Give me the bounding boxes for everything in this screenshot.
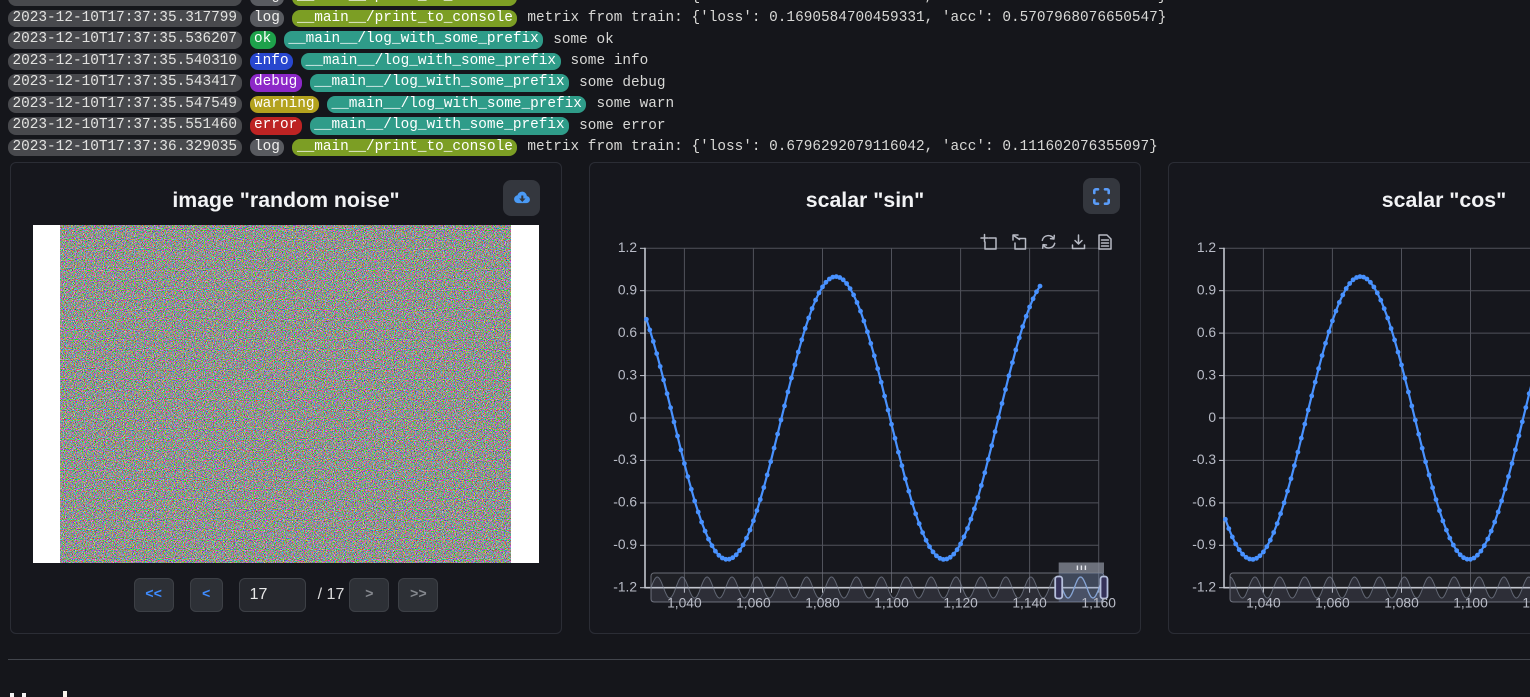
svg-text:-0.3: -0.3: [1192, 452, 1216, 467]
svg-text:0.3: 0.3: [1197, 367, 1217, 382]
svg-text:0.6: 0.6: [618, 325, 638, 340]
svg-text:-0.6: -0.6: [613, 495, 637, 510]
svg-text:0.9: 0.9: [618, 283, 638, 298]
svg-text:1,080: 1,080: [1384, 596, 1419, 611]
svg-text:0.6: 0.6: [1197, 325, 1217, 340]
svg-text:1.2: 1.2: [1197, 240, 1216, 255]
svg-text:1,100: 1,100: [874, 596, 909, 611]
svg-text:1,140: 1,140: [1012, 596, 1047, 611]
svg-text:1,040: 1,040: [1246, 596, 1281, 611]
svg-text:1,060: 1,060: [736, 596, 771, 611]
svg-text:-0.9: -0.9: [613, 537, 637, 552]
svg-text:1.2: 1.2: [618, 240, 637, 255]
svg-text:1,160: 1,160: [1081, 596, 1116, 611]
svg-text:-0.9: -0.9: [1192, 537, 1216, 552]
svg-text:1,080: 1,080: [805, 596, 840, 611]
svg-text:-1.2: -1.2: [613, 580, 637, 595]
svg-text:1,120: 1,120: [943, 596, 978, 611]
svg-text:0: 0: [629, 410, 637, 425]
svg-text:0: 0: [1208, 410, 1216, 425]
svg-text:1,040: 1,040: [667, 596, 702, 611]
svg-text:1,100: 1,100: [1453, 596, 1488, 611]
svg-text:1,060: 1,060: [1315, 596, 1350, 611]
svg-text:0.3: 0.3: [618, 367, 638, 382]
svg-text:-0.3: -0.3: [613, 452, 637, 467]
svg-text:-1.2: -1.2: [1192, 580, 1216, 595]
svg-text:-0.6: -0.6: [1192, 495, 1216, 510]
svg-text:1,120: 1,120: [1522, 596, 1530, 611]
svg-text:0.9: 0.9: [1197, 283, 1217, 298]
